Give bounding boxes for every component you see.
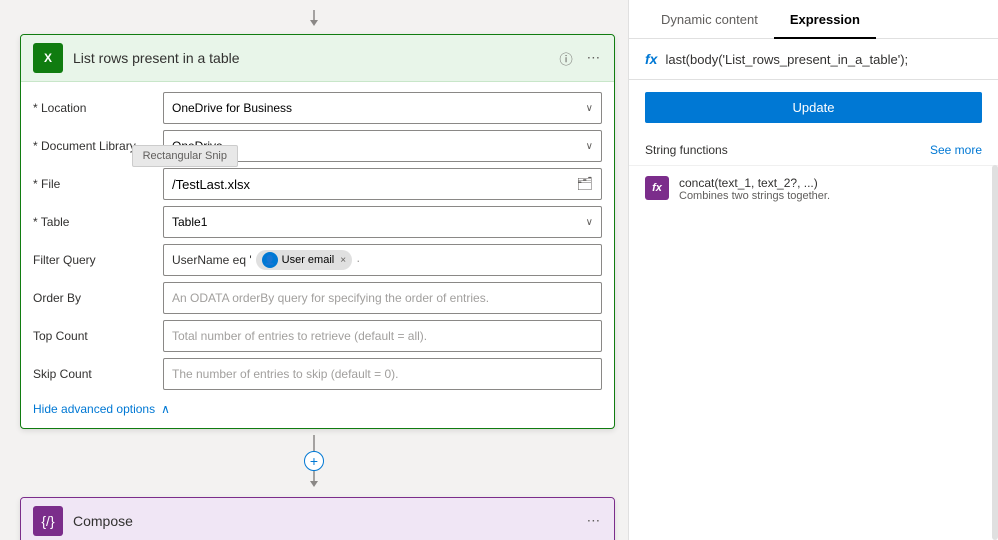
order-by-label: Order By [33, 291, 163, 305]
file-input[interactable]: /TestLast.xlsx 🗂 [163, 168, 602, 200]
scrollbar[interactable] [992, 165, 998, 540]
function-desc: Combines two strings together. [679, 190, 830, 202]
filter-query-text: UserName eq ' [172, 253, 252, 267]
compose-header: {/} Compose ⋯ [21, 498, 614, 540]
compose-more-button[interactable]: ⋯ [585, 511, 602, 531]
section-title-row: String functions See more [629, 135, 998, 165]
function-item-content: concat(text_1, text_2?, ...) Combines tw… [679, 176, 830, 202]
see-more-button[interactable]: See more [930, 143, 982, 157]
top-count-row: Top Count Total number of entries to ret… [33, 318, 602, 354]
file-browse-icon: 🗂 [576, 176, 593, 192]
compose-title: Compose [73, 513, 585, 529]
info-icon: ⓘ [559, 52, 572, 67]
function-name: concat(text_1, text_2?, ...) [679, 176, 830, 190]
section-title-label: String functions [645, 143, 728, 157]
excel-icon: X [33, 43, 63, 73]
expression-input[interactable] [665, 52, 982, 67]
file-label: * File [33, 177, 163, 191]
top-count-input[interactable]: Total number of entries to retrieve (def… [163, 320, 602, 352]
table-dropdown[interactable]: Table1 ∨ [163, 206, 602, 238]
order-by-input[interactable]: An ODATA orderBy query for specifying th… [163, 282, 602, 314]
plus-icon: + [310, 454, 318, 468]
card-header-actions: ⓘ ⋯ [557, 47, 602, 70]
token-close-button[interactable]: × [340, 255, 346, 266]
table-row: * Table Table1 ∨ [33, 204, 602, 240]
location-dropdown[interactable]: OneDrive for Business ∨ [163, 92, 602, 124]
function-item-concat[interactable]: fx concat(text_1, text_2?, ...) Combines… [629, 165, 998, 212]
expression-input-row: fx [645, 51, 982, 67]
card-title: List rows present in a table [73, 50, 557, 66]
filter-query-label: Filter Query [33, 253, 163, 267]
location-dropdown-arrow: ∨ [586, 103, 593, 114]
update-button[interactable]: Update [645, 92, 982, 123]
filter-query-row: Filter Query UserName eq ' 👤 User email … [33, 242, 602, 278]
panel-functions: fx concat(text_1, text_2?, ...) Combines… [629, 165, 998, 540]
card-header: X List rows present in a table ⓘ ⋯ [21, 35, 614, 82]
location-row: * Location OneDrive for Business ∨ [33, 90, 602, 126]
expression-area: fx [629, 39, 998, 80]
user-email-token-icon: 👤 [262, 252, 278, 268]
concat-func-icon: fx [645, 176, 669, 200]
skip-count-label: Skip Count [33, 367, 163, 381]
doc-library-row: * Document Library OneDrive ∨ [33, 128, 602, 164]
flow-area: X List rows present in a table ⓘ ⋯ * Loc [0, 0, 628, 540]
skip-count-input[interactable]: The number of entries to skip (default =… [163, 358, 602, 390]
tab-dynamic-content[interactable]: Dynamic content [645, 0, 774, 39]
location-label: * Location [33, 101, 163, 115]
add-step-button[interactable]: + [304, 451, 324, 471]
main-container: X List rows present in a table ⓘ ⋯ * Loc [0, 0, 998, 540]
hide-advanced-label: Hide advanced options [33, 402, 155, 416]
chevron-up-icon: ∧ [161, 402, 170, 416]
hide-advanced-button[interactable]: Hide advanced options ∧ [33, 394, 602, 420]
file-row: * File /TestLast.xlsx 🗂 [33, 166, 602, 202]
compose-card: {/} Compose ⋯ * Inputs fx last(...) × [20, 497, 615, 540]
compose-ellipsis-icon: ⋯ [587, 513, 600, 528]
panel-tabs: Dynamic content Expression [629, 0, 998, 39]
right-panel: Dynamic content Expression fx Update Str… [628, 0, 998, 540]
top-count-label: Top Count [33, 329, 163, 343]
fx-label: fx [645, 51, 657, 67]
form-body: * Location OneDrive for Business ∨ * Doc… [21, 82, 614, 428]
order-by-row: Order By An ODATA orderBy query for spec… [33, 280, 602, 316]
user-email-token-label: User email [282, 254, 335, 266]
table-label: * Table [33, 215, 163, 229]
filter-query-input[interactable]: UserName eq ' 👤 User email × · [163, 244, 602, 276]
bottom-connector: + [20, 435, 608, 491]
user-email-token: 👤 User email × [256, 250, 352, 270]
more-button[interactable]: ⋯ [585, 48, 602, 68]
skip-count-row: Skip Count The number of entries to skip… [33, 356, 602, 392]
ellipsis-icon: ⋯ [587, 50, 600, 65]
doc-library-dropdown-arrow: ∨ [586, 141, 593, 152]
list-rows-card: X List rows present in a table ⓘ ⋯ * Loc [20, 34, 615, 429]
tab-expression[interactable]: Expression [774, 0, 876, 39]
top-connector [20, 10, 608, 30]
compose-icon: {/} [33, 506, 63, 536]
info-button[interactable]: ⓘ [557, 47, 574, 70]
rectangular-snip: Rectangular Snip [132, 145, 238, 167]
table-dropdown-arrow: ∨ [586, 217, 593, 228]
